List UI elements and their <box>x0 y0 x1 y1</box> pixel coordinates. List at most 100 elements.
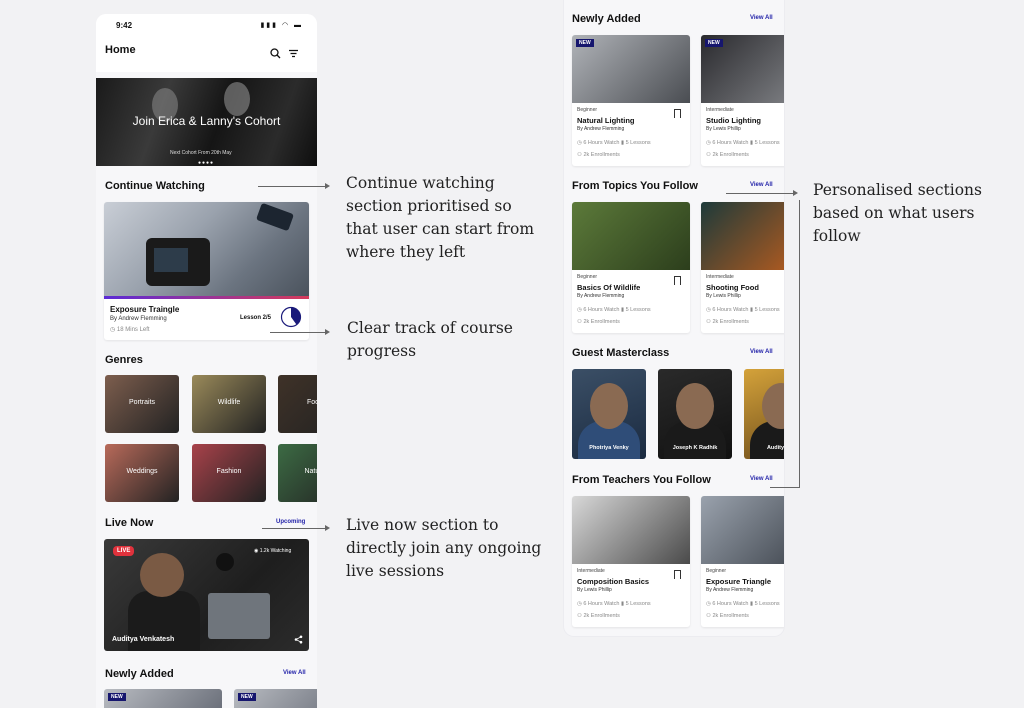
course-thumbnail <box>701 202 784 270</box>
arrow-icon <box>325 183 330 189</box>
new-badge: NEW <box>238 693 256 701</box>
course-enrollments: ⚇ 2k Enrollments <box>577 152 620 158</box>
status-bar: 9:42 ▮▮▮ ◠ ▬ <box>96 14 317 38</box>
bookmark-icon[interactable] <box>674 570 681 579</box>
course-thumbnail: NEW <box>701 35 784 103</box>
arrow-icon <box>325 329 330 335</box>
new-course-thumb[interactable]: NEW <box>234 689 317 708</box>
course-meta: ◷ 6 Hours Watch ▮ 5 Lessons <box>577 307 651 313</box>
course-card[interactable]: NEW Beginner Natural Lighting By Andrew Fle… <box>572 35 690 166</box>
carousel-dots[interactable]: ●●●● <box>198 160 214 166</box>
course-enrollments: ⚇ 2k Enrollments <box>706 319 749 325</box>
course-author: By Lewis Phillip <box>706 293 741 299</box>
genre-label: Fashion <box>216 468 242 475</box>
course-author: By Andrew Flemming <box>577 293 625 299</box>
genre-label: Wildlife <box>217 399 241 406</box>
section-title: Guest Masterclass <box>572 347 670 359</box>
newly-added-title: Newly Added <box>105 668 174 680</box>
genre-label: Weddings <box>126 468 158 475</box>
view-all-link[interactable]: View All <box>283 670 306 676</box>
filter-icon[interactable] <box>288 48 299 62</box>
section-title: From Topics You Follow <box>572 180 698 192</box>
arrow-icon <box>793 190 798 196</box>
masterclass-tile[interactable]: Joseph K Radhik <box>658 369 732 459</box>
course-card[interactable]: Intermediate Composition Basics By Lewis P… <box>572 496 690 627</box>
live-session-card[interactable]: LIVE ◉ 1.2k Watching Auditya Venkatesh <box>104 539 309 651</box>
teacher-name: Auditya Ve <box>766 445 784 451</box>
genre-label: Portraits <box>128 399 156 406</box>
left-phone-screen: 9:42 ▮▮▮ ◠ ▬ Home Join Erica & Lanny's C… <box>96 14 317 708</box>
view-all-link[interactable]: View All <box>750 15 773 21</box>
genre-label: Food <box>307 399 317 406</box>
new-badge: NEW <box>576 39 594 47</box>
course-card[interactable]: NEW Intermediate Studio Lighting By Lewis P… <box>701 35 784 166</box>
search-icon[interactable] <box>270 48 281 62</box>
live-badge: LIVE <box>113 546 135 556</box>
bookmark-icon[interactable] <box>674 276 681 285</box>
course-author: By Andrew Flemming <box>577 126 625 132</box>
course-author: By Andrew Flemming <box>706 587 754 593</box>
course-card[interactable]: Beginner Exposure Triangle By Andrew Flemm… <box>701 496 784 627</box>
course-thumbnail <box>701 496 784 564</box>
course-author: By Lewis Phillip <box>706 126 741 132</box>
genre-tile[interactable]: Weddings <box>105 444 179 502</box>
banner-subtitle: Next Cohort From 20th May <box>170 150 232 156</box>
course-title: Composition Basics <box>577 577 650 586</box>
genre-tile[interactable]: Fashion <box>192 444 266 502</box>
upcoming-link[interactable]: Upcoming <box>276 519 305 525</box>
course-level: Beginner <box>577 107 598 113</box>
time-left-text: 18 Mins Left <box>116 327 150 333</box>
connector-line <box>726 193 794 194</box>
annotation-progress: Clear track of course progress <box>347 319 513 360</box>
share-icon[interactable] <box>294 635 303 646</box>
masterclass-tile[interactable]: Photriya Venky <box>572 369 646 459</box>
course-title: Exposure Traingle <box>110 305 180 314</box>
masterclass-tile[interactable]: Auditya Ve <box>744 369 784 459</box>
annotation-continue: Continue watching section prioritised so… <box>346 174 535 261</box>
course-enrollments: ⚇ 2k Enrollments <box>706 613 749 619</box>
course-title: Exposure Triangle <box>706 577 772 586</box>
cohort-banner[interactable]: Join Erica & Lanny's Cohort Next Cohort … <box>96 78 317 166</box>
new-badge: NEW <box>108 693 126 701</box>
mic-shape <box>216 553 234 571</box>
course-author: By Andrew Flemming <box>110 316 167 322</box>
connector-line <box>258 186 326 187</box>
course-card[interactable]: Intermediate Shooting Food By Lewis Philli… <box>701 202 784 333</box>
host-head <box>140 553 184 597</box>
course-meta: ◷ 6 Hours Watch ▮ 5 Lessons <box>706 601 780 607</box>
continue-watching-card[interactable]: Exposure Traingle By Andrew Flemming ◷ 1… <box>104 202 309 340</box>
course-title: Basics Of Wildlife <box>577 283 641 292</box>
teacher-face <box>590 383 628 429</box>
progress-ring-icon <box>280 306 302 328</box>
status-time: 9:42 <box>116 21 133 30</box>
course-level: Intermediate <box>706 107 734 113</box>
course-card[interactable]: Beginner Basics Of Wildlife By Andrew Flem… <box>572 202 690 333</box>
thumb-screen <box>154 248 188 272</box>
genre-tile[interactable]: Portraits <box>105 375 179 433</box>
course-level: Beginner <box>577 274 598 280</box>
cohort-photo-2 <box>224 82 250 116</box>
section-title: Newly Added <box>572 13 641 25</box>
genre-tile[interactable]: Nature <box>278 444 317 502</box>
section-title: From Teachers You Follow <box>572 474 711 486</box>
genre-tile[interactable]: Wildlife <box>192 375 266 433</box>
course-author: By Lewis Phillip <box>577 587 612 593</box>
course-level: Beginner <box>706 568 727 574</box>
app-bar: Home <box>96 38 317 72</box>
host-name: Auditya Venkatesh <box>112 636 175 643</box>
view-all-link[interactable]: View All <box>750 349 773 355</box>
view-all-link[interactable]: View All <box>750 476 773 482</box>
connector-line <box>262 528 326 529</box>
annotation-personalised: Personalised sections based on what user… <box>813 181 982 245</box>
bookmark-icon[interactable] <box>674 109 681 118</box>
course-level: Intermediate <box>577 568 605 574</box>
genre-tile[interactable]: Food <box>278 375 317 433</box>
genres-title: Genres <box>105 354 143 366</box>
course-level: Intermediate <box>706 274 734 280</box>
new-course-thumb[interactable]: NEW <box>104 689 222 708</box>
teacher-name: Photriya Venky <box>589 445 629 451</box>
time-left: ◷ 18 Mins Left <box>110 327 150 333</box>
connector-bracket <box>799 200 800 487</box>
view-all-link[interactable]: View All <box>750 182 773 188</box>
page-title: Home <box>105 44 136 56</box>
